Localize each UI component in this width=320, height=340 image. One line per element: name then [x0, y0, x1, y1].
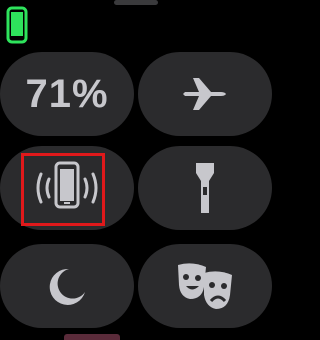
battery-tile[interactable]: 71% [0, 52, 134, 136]
moon-icon [49, 268, 85, 305]
control-center-grabber[interactable] [114, 0, 158, 5]
highlight-box [21, 153, 105, 226]
do-not-disturb-button[interactable] [0, 244, 134, 328]
airplane-mode-button[interactable] [138, 52, 272, 136]
flashlight-icon [196, 163, 214, 213]
phone-connected-icon [6, 6, 28, 44]
theater-mode-button[interactable] [138, 244, 272, 328]
battery-percentage: 71% [25, 71, 109, 116]
flashlight-button[interactable] [138, 146, 272, 230]
theater-masks-icon [178, 263, 232, 309]
next-tile-peek [64, 334, 120, 340]
airplane-icon [183, 78, 226, 110]
